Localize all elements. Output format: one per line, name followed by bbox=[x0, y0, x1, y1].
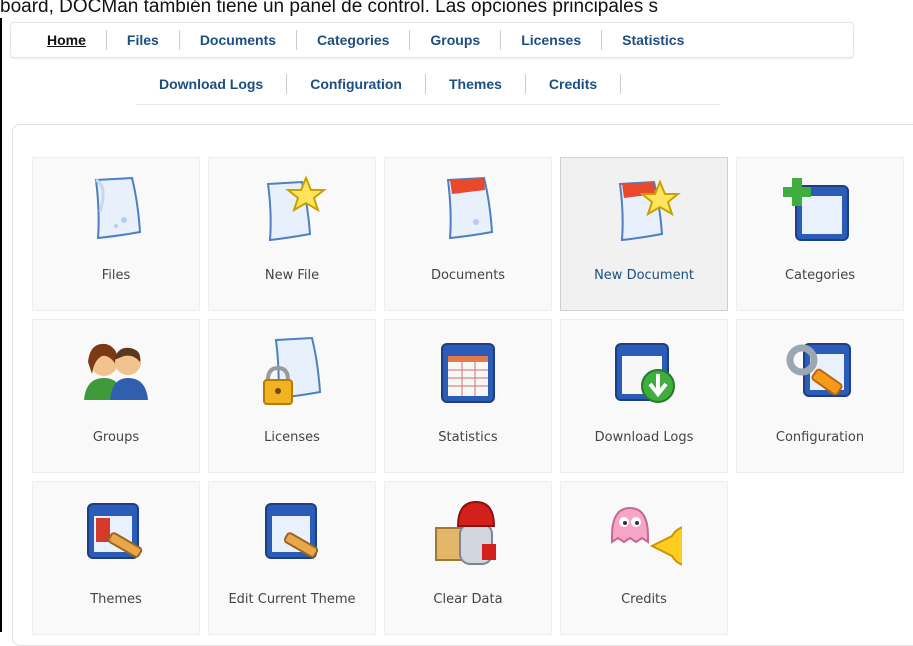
new-document-icon bbox=[618, 179, 681, 242]
tile-label: Categories bbox=[784, 268, 856, 283]
nav-themes[interactable]: Themes bbox=[426, 74, 526, 94]
tile-documents[interactable]: Documents bbox=[384, 157, 552, 311]
themes-icon bbox=[87, 503, 143, 559]
nav-credits[interactable]: Credits bbox=[526, 74, 622, 94]
tile-credits[interactable]: Credits bbox=[560, 481, 728, 635]
tile-label: New Document bbox=[594, 268, 694, 283]
categories-icon bbox=[783, 178, 849, 241]
tile-new-document[interactable]: New Document bbox=[560, 157, 728, 311]
nav-home[interactable]: Home bbox=[37, 30, 107, 50]
nav-groups[interactable]: Groups bbox=[410, 30, 502, 50]
nav-download-logs[interactable]: Download Logs bbox=[136, 74, 288, 94]
nav-configuration[interactable]: Configuration bbox=[287, 74, 426, 94]
statistics-icon bbox=[441, 343, 495, 403]
licenses-icon bbox=[263, 336, 322, 405]
tile-label: Documents bbox=[430, 268, 506, 283]
credits-icon bbox=[611, 506, 682, 566]
new-file-icon bbox=[266, 175, 327, 242]
tile-label: Configuration bbox=[775, 430, 865, 445]
nav-documents[interactable]: Documents bbox=[180, 30, 298, 50]
groups-icon bbox=[84, 343, 148, 400]
tile-label: Download Logs bbox=[594, 430, 694, 445]
file-icon bbox=[94, 176, 142, 240]
tile-label: Statistics bbox=[438, 430, 498, 445]
documents-icon bbox=[446, 176, 494, 240]
tile-categories[interactable]: Categories bbox=[736, 157, 904, 311]
tile-clear-data[interactable]: Clear Data bbox=[384, 481, 552, 635]
secondary-nav: Download Logs Configuration Themes Credi… bbox=[136, 64, 720, 105]
clear-data-icon bbox=[435, 500, 496, 565]
tile-label: Files bbox=[101, 268, 131, 283]
tile-groups[interactable]: Groups bbox=[32, 319, 200, 473]
tile-label: Licenses bbox=[264, 430, 320, 445]
download-logs-icon bbox=[615, 343, 675, 403]
edit-theme-icon bbox=[265, 503, 319, 559]
tile-label: Themes bbox=[90, 592, 142, 607]
tile-label: Credits bbox=[621, 592, 667, 607]
tile-label: Groups bbox=[92, 430, 140, 445]
tile-statistics[interactable]: Statistics bbox=[384, 319, 552, 473]
nav-files[interactable]: Files bbox=[107, 30, 180, 50]
configuration-icon bbox=[786, 343, 851, 397]
icon-grid: Files New File Documents New Document Ca… bbox=[32, 157, 912, 635]
tile-label: Clear Data bbox=[433, 592, 503, 607]
tile-edit-current-theme[interactable]: Edit Current Theme bbox=[208, 481, 376, 635]
tile-themes[interactable]: Themes bbox=[32, 481, 200, 635]
nav-statistics[interactable]: Statistics bbox=[602, 30, 704, 50]
nav-licenses[interactable]: Licenses bbox=[501, 30, 603, 50]
page-caption: board, DOCMan también tiene un panel de … bbox=[0, 0, 658, 17]
tile-download-logs[interactable]: Download Logs bbox=[560, 319, 728, 473]
tile-configuration[interactable]: Configuration bbox=[736, 319, 904, 473]
tile-label: New File bbox=[264, 268, 320, 283]
primary-nav: Home Files Documents Categories Groups L… bbox=[10, 22, 854, 58]
tile-new-file[interactable]: New File bbox=[208, 157, 376, 311]
tile-licenses[interactable]: Licenses bbox=[208, 319, 376, 473]
tile-files[interactable]: Files bbox=[32, 157, 200, 311]
tile-label: Edit Current Theme bbox=[228, 592, 356, 607]
nav-categories[interactable]: Categories bbox=[297, 30, 411, 50]
